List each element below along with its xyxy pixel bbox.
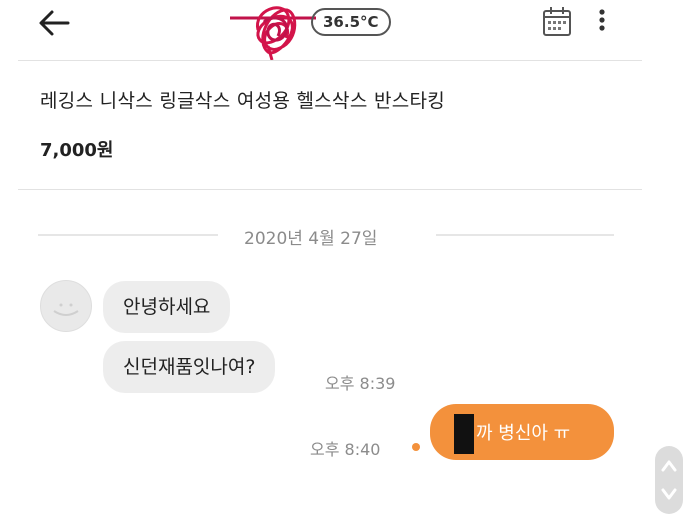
avatar[interactable] <box>40 280 92 332</box>
manner-temperature-badge: 36.5°C <box>311 8 391 36</box>
scribble-redaction <box>228 0 318 62</box>
back-button[interactable] <box>34 6 74 40</box>
date-separator-line-left <box>38 234 218 236</box>
outgoing-timestamp: 오후 8:40 <box>310 440 381 459</box>
product-price: 7,000원 <box>40 140 114 161</box>
product-title[interactable]: 레깅스 니삭스 링글삭스 여성용 헬스삭스 반스타킹 <box>40 86 445 113</box>
header-divider <box>18 60 642 61</box>
chat-date: 2020년 4월 27일 <box>244 229 378 249</box>
incoming-timestamp: 오후 8:39 <box>325 374 396 393</box>
arrow-left-icon <box>39 10 70 36</box>
incoming-message[interactable]: 안녕하세요 <box>103 281 231 333</box>
product-divider <box>18 189 642 190</box>
scroll-arrows-icon <box>661 460 677 500</box>
outgoing-message-text: 까 병신아 ㅠ <box>476 423 571 444</box>
more-button[interactable] <box>592 6 612 36</box>
avatar-face-icon <box>53 303 79 316</box>
unread-dot <box>412 443 420 451</box>
calendar-icon <box>543 7 571 36</box>
more-vertical-icon <box>599 9 605 31</box>
censor-bar <box>454 414 474 454</box>
scroll-buttons[interactable] <box>655 446 683 514</box>
incoming-message[interactable]: 신던재품잇나여? <box>103 341 276 393</box>
date-separator-line-right <box>436 234 614 236</box>
calendar-button[interactable] <box>540 4 574 38</box>
